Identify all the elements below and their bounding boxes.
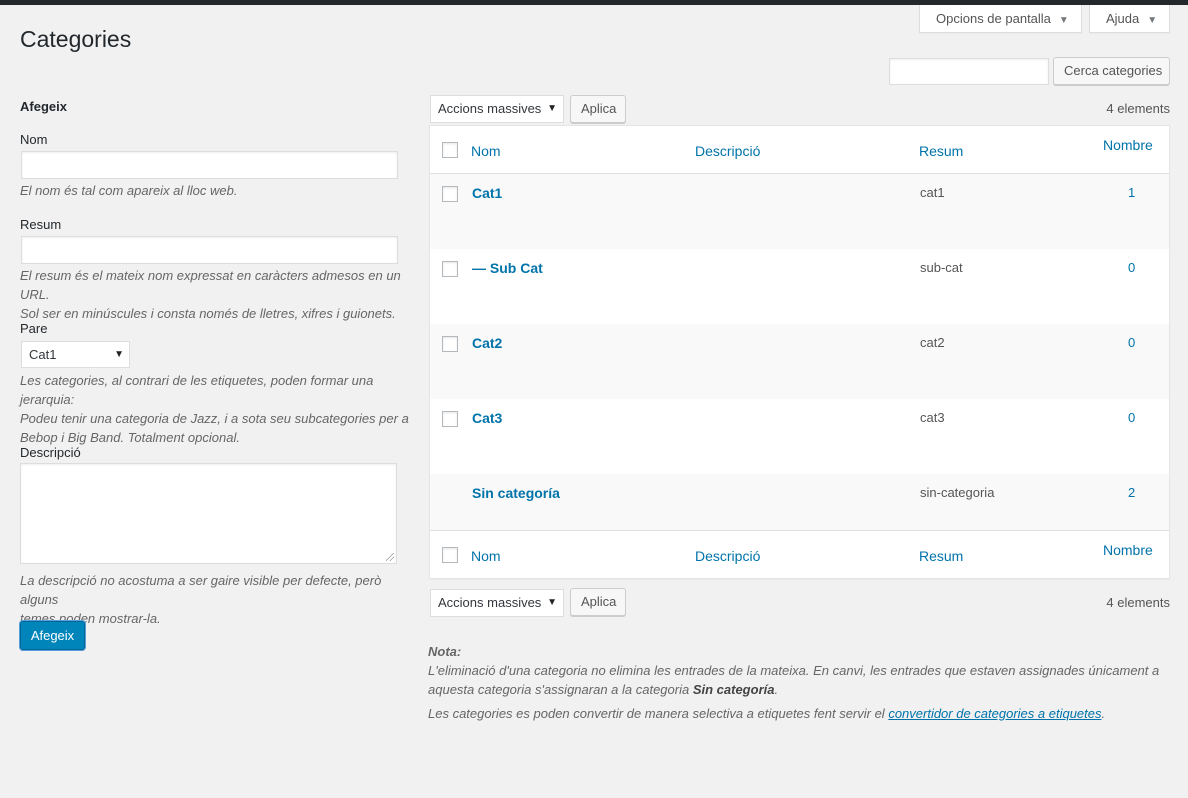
search-categories-button[interactable]: Cerca categories [1053, 57, 1170, 85]
name-help-text: El nom és tal com apareix al lloc web. [20, 183, 238, 198]
category-count-link[interactable]: 0 [1128, 410, 1135, 425]
items-count-top: 4 elements [1106, 101, 1170, 116]
screen-options-button[interactable]: Opcions de pantalla ▼ [919, 5, 1082, 33]
parent-label: Pare [20, 321, 48, 336]
help-label: Ajuda [1106, 11, 1140, 26]
category-name-link[interactable]: Cat2 [472, 335, 502, 351]
add-category-button[interactable]: Afegeix [20, 621, 85, 650]
description-help: La descripció no acostuma a ser gaire vi… [20, 571, 420, 628]
column-slug[interactable]: Resum [919, 143, 963, 159]
row-checkbox[interactable] [442, 261, 458, 277]
name-help: El nom és tal com apareix al lloc web. [20, 181, 420, 200]
note-text: Les categories es poden convertir de man… [428, 706, 889, 721]
parent-help-line: Les categories, al contrari de les etiqu… [20, 373, 374, 407]
apply-button-top[interactable]: Aplica [570, 95, 626, 123]
select-all-checkbox[interactable] [442, 142, 458, 158]
table-row: Sin categoría sin-categoria 2 [430, 474, 1169, 530]
table-row: Cat2 cat2 0 [430, 324, 1169, 399]
help-button[interactable]: Ajuda ▼ [1089, 5, 1170, 33]
note-paragraph: L'eliminació d'una categoria no elimina … [428, 661, 1168, 699]
parent-select[interactable]: Cat1 ▼ [21, 341, 130, 368]
default-category-name: Sin categoría [692, 682, 775, 697]
table-row: Cat3 cat3 0 [430, 399, 1169, 474]
category-count-link[interactable]: 0 [1128, 260, 1135, 275]
items-count-bottom: 4 elements [1106, 595, 1170, 610]
apply-button-bottom[interactable]: Aplica [570, 588, 626, 616]
table-footer: Nom Descripció Resum Nombre [430, 530, 1169, 578]
triangle-down-icon: ▼ [1147, 15, 1158, 26]
parent-help: Les categories, al contrari de les etiqu… [20, 371, 420, 447]
category-slug: cat3 [920, 410, 945, 425]
slug-field[interactable] [21, 236, 398, 264]
categories-table: Nom Descripció Resum Nombre Cat1 cat1 1 … [429, 125, 1170, 579]
bulk-actions-label: Accions massives [438, 101, 542, 116]
chevron-down-icon: ▼ [114, 349, 124, 360]
chevron-down-icon: ▼ [547, 597, 557, 608]
name-field[interactable] [21, 151, 398, 179]
search-input[interactable] [889, 58, 1049, 85]
table-row: Cat1 cat1 1 [430, 174, 1169, 249]
bulk-actions-select-bottom[interactable]: Accions massives ▼ [430, 589, 564, 617]
resize-handle-icon[interactable] [386, 553, 394, 561]
note-text: aquesta categoria s'assignaran a la cate… [428, 682, 693, 697]
slug-help: El resum és el mateix nom expressat en c… [20, 266, 420, 323]
row-checkbox[interactable] [442, 336, 458, 352]
parent-selected-value: Cat1 [29, 347, 57, 362]
select-all-checkbox-bottom[interactable] [442, 547, 458, 563]
slug-label: Resum [20, 217, 62, 232]
slug-help-line: Sol ser en minúscules i consta només de … [20, 306, 396, 321]
column-count[interactable]: Nombre [1103, 542, 1153, 558]
note-text: . [1101, 706, 1106, 721]
column-count[interactable]: Nombre [1103, 137, 1153, 153]
category-slug: sin-categoria [920, 485, 995, 500]
table-row: — Sub Cat sub-cat 0 [430, 249, 1169, 324]
parent-help-line: Podeu tenir una categoria de Jazz, i a s… [20, 411, 409, 426]
bulk-actions-label: Accions massives [438, 595, 542, 610]
slug-help-line: El resum és el mateix nom expressat en c… [20, 268, 401, 302]
category-slug: sub-cat [920, 260, 963, 275]
category-name-link[interactable]: Sin categoría [472, 485, 560, 501]
note-line: aquesta categoria s'assignaran a la cate… [428, 680, 1168, 699]
description-help-line: La descripció no acostuma a ser gaire vi… [20, 573, 382, 607]
column-slug[interactable]: Resum [919, 548, 963, 564]
add-category-heading: Afegeix [20, 99, 67, 114]
page-title: Categories [20, 26, 132, 52]
category-count-link[interactable]: 0 [1128, 335, 1135, 350]
column-name[interactable]: Nom [471, 548, 501, 564]
note-line: L'eliminació d'una categoria no elimina … [428, 663, 1160, 678]
triangle-down-icon: ▼ [1058, 15, 1069, 26]
screen-options-label: Opcions de pantalla [936, 11, 1051, 26]
column-description[interactable]: Descripció [695, 143, 760, 159]
row-checkbox[interactable] [442, 186, 458, 202]
category-name-link[interactable]: Cat1 [472, 185, 502, 201]
chevron-down-icon: ▼ [547, 103, 557, 114]
description-textarea[interactable] [20, 463, 397, 564]
category-name-link[interactable]: — Sub Cat [472, 260, 543, 276]
category-slug: cat1 [920, 185, 945, 200]
note-converter-paragraph: Les categories es poden convertir de man… [428, 704, 1168, 723]
column-name[interactable]: Nom [471, 143, 501, 159]
category-name-link[interactable]: Cat3 [472, 410, 502, 426]
table-header: Nom Descripció Resum Nombre [430, 126, 1169, 174]
category-tag-converter-link[interactable]: convertidor de categories a etiquetes [888, 706, 1101, 721]
bulk-actions-select-top[interactable]: Accions massives ▼ [430, 95, 564, 123]
name-label: Nom [20, 132, 48, 147]
note-text: . [774, 682, 779, 697]
note-title: Nota: [428, 644, 462, 659]
category-count-link[interactable]: 2 [1128, 485, 1135, 500]
column-description[interactable]: Descripció [695, 548, 760, 564]
description-label: Descripció [20, 445, 81, 460]
category-count-link[interactable]: 1 [1128, 185, 1135, 200]
category-slug: cat2 [920, 335, 945, 350]
row-checkbox[interactable] [442, 411, 458, 427]
